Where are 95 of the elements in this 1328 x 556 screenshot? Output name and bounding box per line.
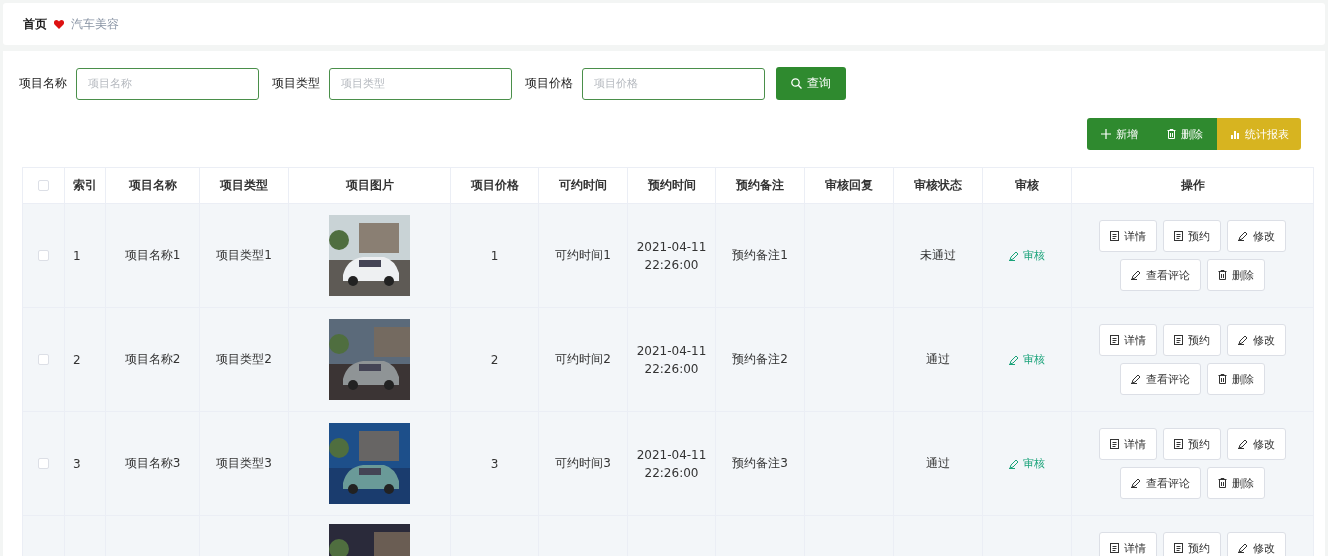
table-cell: 未通过 <box>920 247 956 264</box>
table-cell: 1 <box>73 248 81 263</box>
table-cell: 项目类型2 <box>216 351 272 368</box>
table-cell: 预约备注1 <box>732 247 788 264</box>
table-cell: 可约时间1 <box>555 247 611 264</box>
pencil-icon <box>1009 250 1019 261</box>
column-header: 可约时间 <box>559 177 607 194</box>
column-header: 预约时间 <box>647 177 696 194</box>
detail-button[interactable]: 详情 <box>1099 220 1157 252</box>
add-button[interactable]: 新增 <box>1087 118 1152 150</box>
search-field[interactable]: 项目名称 <box>76 67 259 100</box>
document-icon <box>1110 231 1119 241</box>
field-label: 项目价格 <box>525 75 573 92</box>
pencil-icon <box>1009 354 1019 365</box>
table-cell: 2 <box>490 352 499 367</box>
edit-button[interactable]: 修改 <box>1227 428 1286 460</box>
pencil-icon <box>1131 374 1141 384</box>
document-icon <box>1110 543 1119 553</box>
document-icon <box>1110 439 1119 449</box>
table-cell: 项目名称1 <box>124 247 181 264</box>
document-icon <box>1174 231 1183 241</box>
column-header: 审核回复 <box>825 177 873 194</box>
column-header: 项目价格 <box>470 177 519 194</box>
table-cell: 可约时间3 <box>555 455 611 472</box>
checkbox[interactable] <box>38 458 49 469</box>
column-header: 预约备注 <box>736 177 784 194</box>
detail-button[interactable]: 详情 <box>1099 532 1157 556</box>
edit-button[interactable]: 修改 <box>1227 532 1286 556</box>
edit-button[interactable]: 查看评论 <box>1120 467 1201 499</box>
trash-icon <box>1218 374 1227 384</box>
plus-icon <box>1101 129 1111 139</box>
edit-button[interactable]: 查看评论 <box>1120 259 1201 291</box>
detail-button[interactable]: 预约 <box>1163 220 1221 252</box>
table-cell: 可约时间2 <box>555 351 611 368</box>
column-header: 项目图片 <box>345 177 394 194</box>
document-icon <box>1110 335 1119 345</box>
table-cell-text: 2021-04-11 22:26:00 <box>636 446 707 482</box>
detail-button[interactable]: 预约 <box>1163 532 1221 556</box>
pencil-icon <box>1131 270 1141 280</box>
table-cell: 3 <box>73 456 81 471</box>
search-icon <box>791 78 802 89</box>
delete-button[interactable]: 删除 <box>1152 118 1217 150</box>
field-label: 项目名称 <box>19 75 67 92</box>
table-cell: 2 <box>73 352 81 367</box>
edit-button[interactable]: 修改 <box>1227 220 1286 252</box>
table-cell: 通过 <box>926 455 950 472</box>
pencil-icon <box>1238 335 1248 345</box>
detail-button[interactable]: 详情 <box>1099 428 1157 460</box>
table-cell: 项目名称3 <box>124 455 181 472</box>
breadcrumb-home[interactable]: 首页 <box>23 15 47 33</box>
table-cell: 预约备注2 <box>732 351 788 368</box>
table-cell-text: 2021-04-11 22:26:00 <box>636 342 707 378</box>
table-cell: 项目类型1 <box>216 247 272 264</box>
pencil-icon <box>1009 458 1019 469</box>
field-label: 项目类型 <box>272 75 320 92</box>
search-field[interactable]: 项目价格 <box>582 67 765 100</box>
detail-button[interactable]: 预约 <box>1163 428 1221 460</box>
detail-button[interactable]: 详情 <box>1099 324 1157 356</box>
edit-button[interactable]: 查看评论 <box>1120 363 1201 395</box>
table-cell-text: 2021-04-11 22:26:00 <box>636 238 707 274</box>
pencil-icon <box>1238 439 1248 449</box>
column-header: 操作 <box>1180 177 1205 194</box>
table-cell: 1 <box>490 248 499 263</box>
checkbox[interactable] <box>38 354 49 365</box>
trash-icon <box>1166 129 1176 139</box>
bar-chart-icon <box>1229 129 1240 139</box>
pencil-icon <box>1238 231 1248 241</box>
search-button[interactable]: 查询 <box>776 67 846 100</box>
pencil-icon <box>1238 543 1248 553</box>
edit-button[interactable]: 修改 <box>1227 324 1286 356</box>
checkbox[interactable] <box>38 250 49 261</box>
heart-icon <box>54 19 64 29</box>
trash-icon <box>1218 270 1227 280</box>
detail-button[interactable]: 预约 <box>1163 324 1221 356</box>
column-header: 审核状态 <box>914 177 962 194</box>
document-icon <box>1174 335 1183 345</box>
pencil-icon <box>1131 478 1141 488</box>
table-cell: 预约备注3 <box>732 455 788 472</box>
delete-button[interactable]: 删除 <box>1207 259 1265 291</box>
delete-button[interactable]: 删除 <box>1207 467 1265 499</box>
document-icon <box>1174 543 1183 553</box>
table-cell: 通过 <box>926 351 950 368</box>
search-field[interactable]: 项目类型 <box>329 67 512 100</box>
table-cell: 项目名称2 <box>124 351 181 368</box>
table-cell: 3 <box>490 456 499 471</box>
table-cell: 项目类型3 <box>216 455 272 472</box>
trash-icon <box>1218 478 1227 488</box>
column-header: 项目名称 <box>128 177 177 194</box>
delete-button[interactable]: 删除 <box>1207 363 1265 395</box>
breadcrumb-current: 汽车美容 <box>71 15 119 33</box>
column-header: 索引 <box>73 177 97 194</box>
column-header: 项目类型 <box>220 177 268 194</box>
column-header: 审核 <box>1015 177 1039 194</box>
document-icon <box>1174 439 1183 449</box>
checkbox[interactable] <box>38 180 49 191</box>
